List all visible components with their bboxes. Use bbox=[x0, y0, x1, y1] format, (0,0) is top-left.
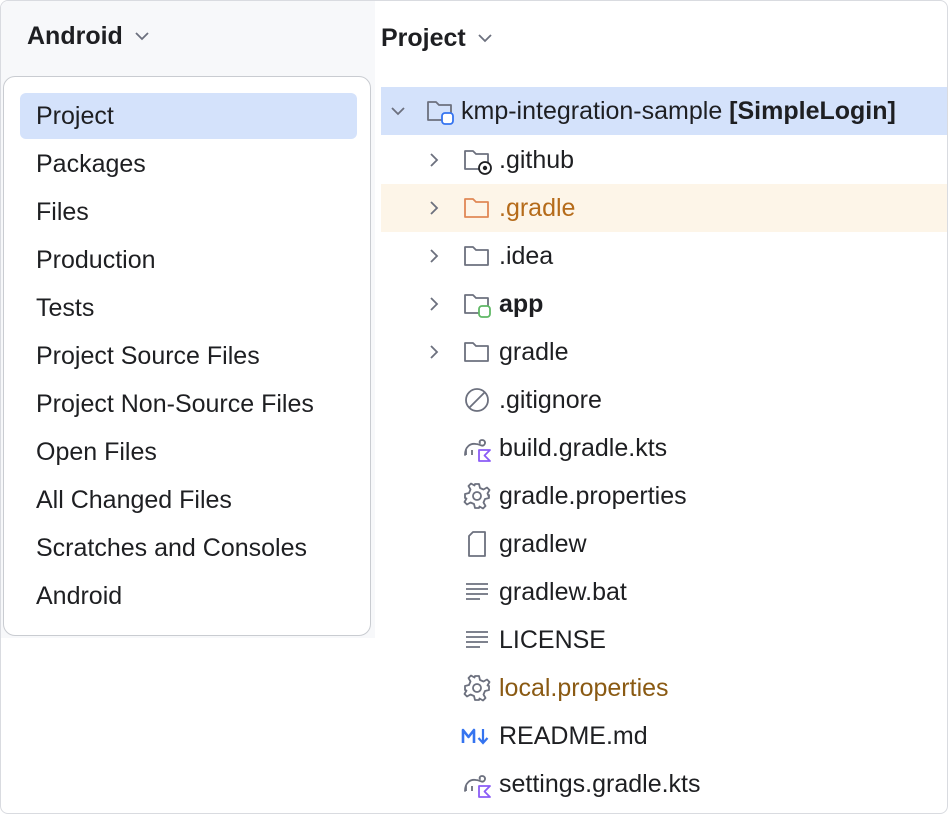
folder-icon bbox=[462, 193, 492, 223]
tree-item-gradle[interactable]: gradle bbox=[381, 328, 947, 376]
menu-item-project[interactable]: Project bbox=[20, 93, 357, 139]
view-selector-android[interactable]: Android bbox=[27, 21, 151, 51]
chevron-right-icon[interactable] bbox=[425, 151, 443, 169]
tree-item-label: settings.gradle.kts bbox=[499, 770, 701, 798]
module-folder-icon bbox=[462, 289, 492, 319]
menu-item-production[interactable]: Production bbox=[20, 237, 357, 283]
text-file-icon bbox=[462, 577, 492, 607]
tree-item-gradle-properties[interactable]: gradle.properties bbox=[381, 472, 947, 520]
tree-item-label: gradle.properties bbox=[499, 482, 687, 510]
chevron-down-icon bbox=[476, 29, 494, 47]
tree-item-label: .gradle bbox=[499, 194, 576, 222]
gear-icon bbox=[462, 673, 492, 703]
menu-item-scratches-and-consoles[interactable]: Scratches and Consoles bbox=[20, 525, 357, 571]
tree-item-label: .idea bbox=[499, 242, 554, 270]
chevron-right-icon[interactable] bbox=[425, 295, 443, 313]
tree-item-github[interactable]: .github bbox=[381, 136, 947, 184]
tree-root-module: [SimpleLogin] bbox=[729, 97, 896, 125]
tree-item-label: build.gradle.kts bbox=[499, 434, 668, 462]
tree-root-row[interactable]: kmp-integration-sample [SimpleLogin] bbox=[381, 87, 947, 135]
menu-item-all-changed-files[interactable]: All Changed Files bbox=[20, 477, 357, 523]
tree-item-idea[interactable]: .idea bbox=[381, 232, 947, 280]
ignored-file-icon bbox=[462, 385, 492, 415]
menu-item-packages[interactable]: Packages bbox=[20, 141, 357, 187]
menu-item-project-non-source-files[interactable]: Project Non-Source Files bbox=[20, 381, 357, 427]
text-file-icon bbox=[462, 625, 492, 655]
view-mode-menu: Project Packages Files Production Tests … bbox=[3, 76, 371, 636]
gradle-kotlin-icon bbox=[462, 433, 492, 463]
tree-item-label: app bbox=[499, 290, 544, 318]
tree-item-label: LICENSE bbox=[499, 626, 606, 654]
project-tool-window: Android Project kmp-integration-sample [… bbox=[0, 0, 948, 814]
tree-item-label: README.md bbox=[499, 722, 648, 750]
github-folder-icon bbox=[462, 145, 492, 175]
tree-item-gradlew-bat[interactable]: gradlew.bat bbox=[381, 568, 947, 616]
menu-item-open-files[interactable]: Open Files bbox=[20, 429, 357, 475]
tree-item-label: .github bbox=[499, 146, 575, 174]
tree-item-label: gradlew.bat bbox=[499, 578, 627, 606]
tree-item-label: gradle bbox=[499, 338, 569, 366]
chevron-right-icon[interactable] bbox=[425, 247, 443, 265]
chevron-right-icon[interactable] bbox=[425, 199, 443, 217]
tree-item-gradle-cache[interactable]: .gradle bbox=[381, 184, 947, 232]
gear-icon bbox=[462, 481, 492, 511]
view-selector-label: Project bbox=[381, 24, 466, 52]
menu-item-android[interactable]: Android bbox=[20, 573, 357, 619]
tree-item-readme[interactable]: README.md bbox=[381, 712, 947, 760]
chevron-down-icon[interactable] bbox=[389, 102, 407, 120]
file-icon bbox=[462, 529, 492, 559]
menu-item-tests[interactable]: Tests bbox=[20, 285, 357, 331]
tree-item-label: .gitignore bbox=[499, 386, 602, 414]
folder-icon bbox=[462, 241, 492, 271]
chevron-right-icon[interactable] bbox=[425, 343, 443, 361]
view-selector-label: Android bbox=[27, 22, 123, 50]
menu-item-files[interactable]: Files bbox=[20, 189, 357, 235]
markdown-icon bbox=[461, 721, 491, 751]
tree-root-name: kmp-integration-sample bbox=[461, 97, 723, 125]
folder-icon bbox=[462, 337, 492, 367]
chevron-down-icon bbox=[133, 27, 151, 45]
tree-item-gitignore[interactable]: .gitignore bbox=[381, 376, 947, 424]
tree-item-build-gradle-kts[interactable]: build.gradle.kts bbox=[381, 424, 947, 472]
tree-item-label: gradlew bbox=[499, 530, 587, 558]
tree-item-settings-gradle-kts[interactable]: settings.gradle.kts bbox=[381, 760, 947, 808]
view-selector-project[interactable]: Project bbox=[381, 23, 494, 53]
module-folder-icon bbox=[425, 96, 455, 126]
tree-item-local-properties[interactable]: local.properties bbox=[381, 664, 947, 712]
tree-item-license[interactable]: LICENSE bbox=[381, 616, 947, 664]
menu-item-project-source-files[interactable]: Project Source Files bbox=[20, 333, 357, 379]
tree-item-app[interactable]: app bbox=[381, 280, 947, 328]
tree-item-label: local.properties bbox=[499, 674, 669, 702]
gradle-kotlin-icon bbox=[462, 769, 492, 799]
tree-item-gradlew[interactable]: gradlew bbox=[381, 520, 947, 568]
